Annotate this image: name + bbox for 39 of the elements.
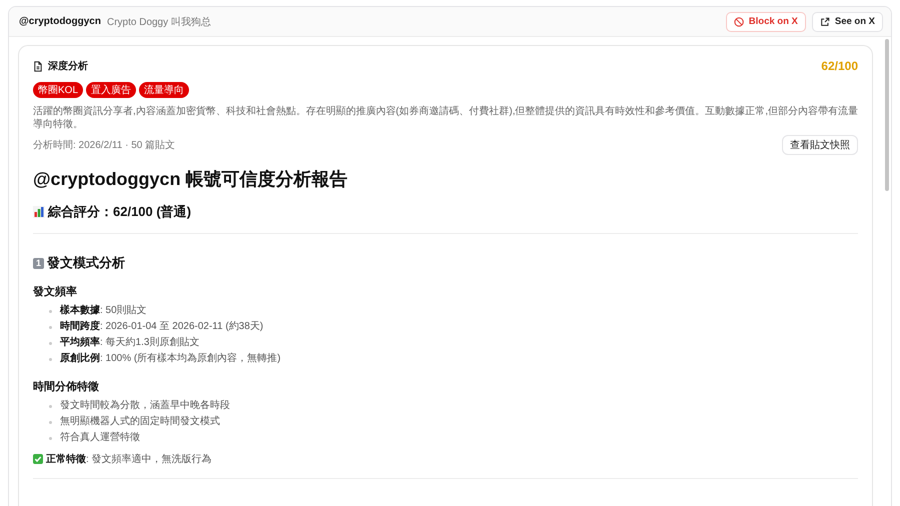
subheading: 時間分佈特徵 [33, 380, 100, 394]
block-icon [734, 16, 744, 26]
bullet-icon [49, 310, 52, 312]
tag: 幣圈KOL [33, 82, 84, 98]
number-keycap: 1 [33, 258, 44, 268]
list-item: 原創比例: 100% (所有樣本均為原創內容，無轉推) [60, 352, 281, 366]
bullet-icon [49, 358, 52, 360]
bar-chart-icon [33, 206, 45, 218]
scrollbar-thumb[interactable] [885, 39, 889, 191]
score-value: 62/100 [821, 59, 858, 73]
tag: 流量導向 [139, 82, 190, 98]
list-item: 符合真人運營特徵 [60, 430, 140, 445]
see-on-x-button[interactable]: See on X [812, 12, 883, 32]
display-name: Crypto Doggy 叫我狗总 [106, 16, 212, 28]
snapshot-button[interactable]: 查看貼文快照 [782, 135, 858, 155]
bullet-icon [49, 342, 52, 344]
subheading: 發文頻率 [33, 284, 78, 299]
external-link-icon [820, 16, 830, 26]
check-icon [33, 454, 43, 464]
report-title: @cryptodoggycn 帳號可信度分析報告 [33, 168, 349, 191]
account-handle: @cryptodoggycn [19, 16, 101, 27]
list-item: 樣本數據: 50則貼文 [60, 303, 147, 318]
bullet-icon [49, 436, 52, 440]
list-item: 時間跨度: 2026-01-04 至 2026-02-11 (約38天) [60, 319, 264, 334]
score-heading: 綜合評分：62/100 (普通) [48, 203, 192, 221]
list-item: 發文時間較為分散，涵蓋早中晚各時段 [60, 398, 230, 413]
bullet-icon [49, 326, 52, 328]
document-icon [33, 60, 43, 72]
card-title: 深度分析 [48, 59, 88, 73]
summary-text: 活躍的幣圈資訊分享者,內容涵蓋加密貨幣、科技和社會熱點。存在明顯的推廣內容(如券商邀請碼、付費社群),但整體提供的資訊具有時效性和參考價值。互動數據正常,但部分內容帶有流量導向特徵。 [33, 105, 858, 131]
list-item: 平均頻率: 每天約1.3則原創貼文 [60, 335, 200, 350]
analysis-meta: 分析時間: 2026/2/11 · 50 篇貼文 [33, 138, 176, 152]
section-heading: 發文模式分析 [47, 254, 125, 272]
list-item: 無明顯機器人式的固定時間發文模式 [60, 414, 220, 429]
tag: 置入廣告 [86, 82, 136, 98]
bullet-icon [49, 420, 52, 424]
block-button[interactable]: Block on X [726, 12, 806, 32]
note-text: 正常特徵: 發文頻率適中，無洗版行為 [46, 452, 212, 466]
bullet-icon [49, 404, 52, 408]
